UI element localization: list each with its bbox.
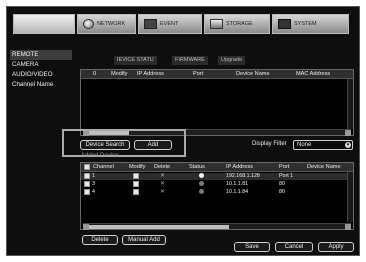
chevron-down-icon: ▾	[345, 142, 351, 148]
status-indicator	[199, 173, 204, 178]
col-status: Status	[189, 164, 205, 170]
search-table-header: 0 Modify IP Address Port Device Name MAC…	[81, 70, 353, 79]
row-checkbox[interactable]	[84, 189, 90, 195]
delete-icon[interactable]: ✕	[160, 181, 165, 188]
col-modify: Modify	[129, 164, 146, 170]
display-filter-value: None	[297, 142, 312, 148]
sidebar-item-channel-name[interactable]: Channel Name	[10, 80, 72, 90]
status-indicator	[199, 189, 204, 194]
tab-event-label: EVENT	[160, 21, 179, 27]
row-port: 80	[279, 189, 285, 195]
tab-storage[interactable]: STORAGE	[204, 14, 270, 34]
select-all-checkbox[interactable]	[84, 164, 90, 170]
modify-icon[interactable]	[133, 173, 139, 179]
sidebar-item-audio-video[interactable]: AUDIO/VIDEO	[10, 70, 72, 80]
delete-icon[interactable]: ✕	[160, 173, 165, 180]
sidebar-item-camera[interactable]: CAMERA	[10, 60, 72, 70]
added-device-table: Channel Modify Delete Status IP Address …	[80, 162, 354, 230]
table-row[interactable]: 4 ✕ 10.1.1.84 80	[81, 189, 347, 196]
tab-system-label: SYSTEM	[294, 21, 317, 27]
globe-icon	[83, 19, 94, 29]
col-mac-address: MAC Address	[296, 71, 331, 77]
scroll-thumb[interactable]	[89, 225, 229, 229]
delete-button[interactable]: Delete	[82, 235, 118, 245]
row-ip: 10.1.1.84	[226, 189, 249, 195]
added-table-header: Channel Modify Delete Status IP Address …	[81, 163, 353, 172]
event-icon	[144, 19, 157, 29]
cancel-button[interactable]: Cancel	[275, 242, 313, 252]
row-port: Port 1	[279, 173, 294, 179]
sidebar: REMOTE CAMERA AUDIO/VIDEO Channel Name	[10, 50, 72, 90]
subtab-firmware[interactable]: FIRMWARE	[172, 56, 208, 65]
added-table-hscroll[interactable]	[83, 223, 351, 230]
delete-icon[interactable]: ✕	[160, 189, 165, 196]
col-delete: Delete	[154, 164, 171, 170]
tab-network[interactable]: NETWORK	[77, 14, 136, 34]
display-filter-select[interactable]: None ▾	[293, 140, 353, 150]
row-ip: 192.168.1.128	[226, 173, 260, 179]
search-results-table: 0 Modify IP Address Port Device Name MAC…	[80, 69, 354, 136]
system-icon	[278, 19, 291, 29]
row-channel: 1	[92, 173, 95, 179]
storage-icon	[210, 19, 223, 29]
col-port: Port	[279, 164, 290, 170]
col-port: Port	[193, 71, 204, 77]
table-row[interactable]: 3 ✕ 10.1.1.81 80	[81, 181, 347, 188]
modify-icon[interactable]	[133, 181, 139, 187]
tab-system[interactable]: SYSTEM	[272, 14, 349, 34]
row-channel: 4	[92, 189, 95, 195]
modify-icon[interactable]	[133, 189, 139, 195]
col-ip-address: IP Address	[137, 71, 164, 77]
tab-main[interactable]	[13, 14, 75, 34]
tab-storage-label: STORAGE	[226, 21, 253, 27]
manual-add-button[interactable]: Manual Add	[122, 235, 166, 245]
row-checkbox[interactable]	[84, 181, 90, 187]
tab-network-label: NETWORK	[97, 21, 126, 27]
row-checkbox[interactable]	[84, 173, 90, 179]
row-channel: 3	[92, 181, 95, 187]
save-button[interactable]: Save	[234, 242, 270, 252]
table-row[interactable]: 1 ✕ 192.168.1.128 Port 1	[81, 173, 347, 180]
col-ip-address: IP Address	[226, 164, 253, 170]
display-filter-label: Display Filter	[252, 141, 287, 147]
scroll-right-arrow[interactable]	[345, 224, 351, 230]
apply-button[interactable]: Apply	[318, 242, 354, 252]
device-search-button[interactable]: Device Search	[80, 140, 130, 150]
col-device-name: Device Name	[236, 71, 270, 77]
row-port: 80	[279, 181, 285, 187]
scroll-right-arrow[interactable]	[345, 130, 351, 136]
col-modify: Modify	[111, 71, 128, 77]
col-channel: Channel	[93, 164, 114, 170]
added-table-vscroll[interactable]	[347, 172, 353, 222]
subtab-device-status[interactable]: IEVICE STATU	[114, 56, 157, 65]
add-button[interactable]: Add	[134, 140, 172, 150]
col-index: 0	[93, 71, 97, 77]
sidebar-item-remote[interactable]: REMOTE	[10, 50, 72, 60]
subtab-upgrade[interactable]: Upgrade	[218, 56, 246, 65]
search-table-vscroll[interactable]	[347, 79, 353, 129]
tab-event[interactable]: EVENT	[138, 14, 202, 34]
added-device-title: Added Device	[81, 153, 119, 159]
row-ip: 10.1.1.81	[226, 181, 249, 187]
col-device-name: Device Name	[307, 164, 341, 170]
status-indicator	[199, 181, 204, 186]
